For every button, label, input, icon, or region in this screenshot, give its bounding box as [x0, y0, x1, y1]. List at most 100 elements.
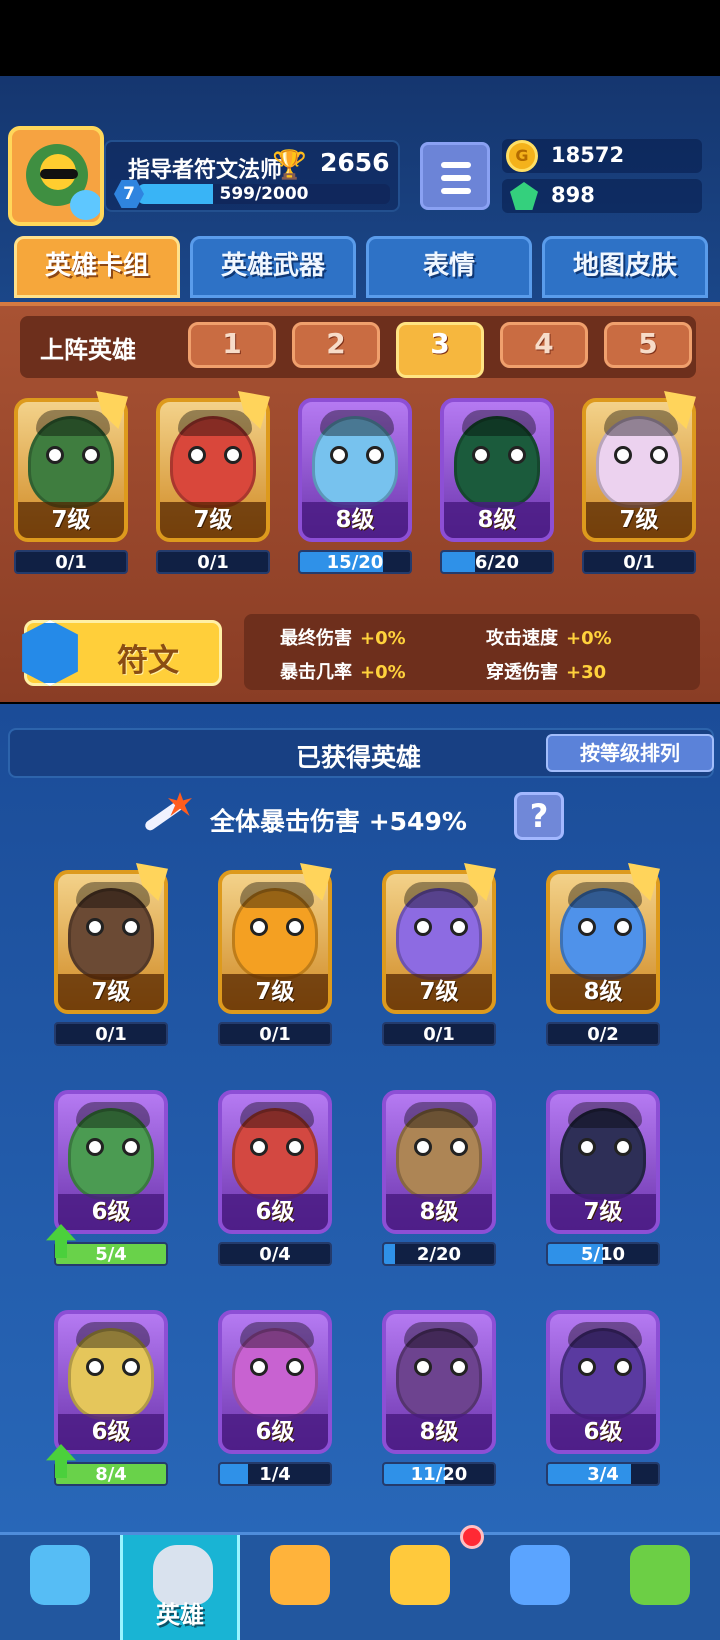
owned-heroes-title: 已获得英雄 — [296, 743, 422, 772]
gold-currency[interactable]: G 18572 — [502, 139, 702, 173]
crown-shield-icon — [390, 1545, 450, 1605]
critical-damage-label: 全体暴击伤害 +549% — [210, 807, 467, 836]
tab-map-skins[interactable]: 地图皮肤 — [542, 236, 708, 298]
gold-coin-icon: G — [506, 140, 538, 172]
nav-knight-helmet[interactable]: 英雄 — [120, 1535, 240, 1640]
tab-emotes[interactable]: 表情 — [366, 236, 532, 298]
rune-button[interactable]: 符文 — [22, 620, 222, 686]
player-info[interactable]: 指导者符文法师 🏆 2656 599/2000 7 — [104, 140, 400, 212]
final-damage-stat: 最终伤害 +0% — [280, 628, 406, 649]
hero-card[interactable]: 6级 0/4 — [218, 1090, 332, 1266]
hero-level-label: 8级 — [302, 502, 408, 538]
nav-crown-shield[interactable] — [360, 1535, 480, 1640]
hero-eye-icon — [450, 1358, 468, 1376]
hero-card[interactable]: 7级 0/1 — [54, 863, 168, 1046]
hero-level-label: 7级 — [222, 974, 328, 1010]
hero-card[interactable]: 8级 0/2 — [546, 863, 660, 1046]
hero-hat-icon — [36, 410, 110, 436]
hero-eye-icon — [46, 446, 64, 464]
hero-card-progress-text: 8/4 — [95, 1464, 127, 1485]
hero-section-tabs: 英雄卡组 英雄武器 表情 地图皮肤 — [14, 236, 720, 300]
critical-sword-icon — [132, 790, 196, 842]
sprout-island-icon — [630, 1545, 690, 1605]
hero-card[interactable]: 8级 11/20 — [382, 1310, 496, 1486]
hero-eye-icon — [450, 1138, 468, 1156]
menu-line-icon — [441, 175, 471, 181]
hero-level-label: 6级 — [58, 1414, 164, 1450]
hero-eye-icon — [122, 1358, 140, 1376]
menu-line-icon — [441, 162, 471, 168]
blue-slime-icon — [70, 190, 100, 220]
hero-eye-icon — [614, 1138, 632, 1156]
hero-hat-icon — [404, 1322, 478, 1348]
hero-card-progress: 3/4 — [546, 1462, 660, 1486]
gem-amount: 898 — [551, 183, 595, 207]
notification-badge — [460, 1525, 484, 1549]
hero-hat-icon — [240, 1102, 314, 1128]
lineup-title: 上阵英雄 — [40, 336, 136, 364]
hero-card-progress: 0/1 — [14, 550, 128, 574]
nav-team-banner[interactable] — [480, 1535, 600, 1640]
hero-card[interactable]: 7级 0/1 — [14, 391, 128, 574]
sort-by-level-button[interactable]: 按等级排列 — [546, 734, 714, 772]
hero-hat-icon — [76, 1102, 150, 1128]
hero-card-progress-text: 0/1 — [259, 1024, 291, 1045]
menu-line-icon — [441, 188, 471, 194]
hero-level-label: 8级 — [386, 1194, 492, 1230]
hero-card[interactable]: 6级 1/4 — [218, 1310, 332, 1486]
lineup-slot-3[interactable]: 3 — [396, 322, 484, 378]
hero-level-label: 6级 — [222, 1194, 328, 1230]
deck-stats: 最终伤害 +0% 攻击速度 +0% 暴击几率 +0% 穿透伤害 +30 — [244, 614, 700, 690]
hero-card-frame: 6级 — [218, 1310, 332, 1454]
hero-card[interactable]: 6级 3/4 — [546, 1310, 660, 1486]
hero-level-label: 8级 — [550, 974, 656, 1010]
hero-hat-icon — [76, 1322, 150, 1348]
tab-hero-deck[interactable]: 英雄卡组 — [14, 236, 180, 298]
help-button[interactable]: ? — [514, 792, 564, 840]
player-avatar[interactable] — [8, 126, 104, 226]
hero-eye-icon — [414, 1358, 432, 1376]
hero-card[interactable]: 7级 0/1 — [582, 391, 696, 574]
hero-card[interactable]: 8级 15/20 — [298, 398, 412, 574]
hero-card-progress: 0/2 — [546, 1022, 660, 1046]
hero-card[interactable]: 7级 0/1 — [218, 863, 332, 1046]
experience-text: 599/2000 — [219, 184, 309, 204]
lineup-slot-1[interactable]: 1 — [188, 322, 276, 368]
lineup-slot-2[interactable]: 2 — [292, 322, 380, 368]
hero-card-frame: 8级 — [382, 1310, 496, 1454]
lineup-slot-5[interactable]: 5 — [604, 322, 692, 368]
hero-eye-icon — [286, 918, 304, 936]
main-menu-button[interactable] — [420, 142, 490, 210]
tab-hero-weapons[interactable]: 英雄武器 — [190, 236, 356, 298]
hero-eye-icon — [650, 446, 668, 464]
hero-card-progress-text: 6/20 — [474, 552, 520, 573]
hero-card[interactable]: 7级 5/10 — [546, 1090, 660, 1266]
hero-card-frame: 7级 — [546, 1090, 660, 1234]
hero-card[interactable]: 7级 0/1 — [382, 863, 496, 1046]
hero-eye-icon — [86, 1358, 104, 1376]
hero-card[interactable]: 8级 2/20 — [382, 1090, 496, 1266]
hero-eye-icon — [508, 446, 526, 464]
hero-hat-icon — [240, 1322, 314, 1348]
hero-eye-icon — [86, 1138, 104, 1156]
hero-eye-icon — [250, 1138, 268, 1156]
nav-treasure-chest[interactable] — [0, 1535, 120, 1640]
hero-card[interactable]: 6级 5/4 — [46, 1090, 168, 1266]
hero-card[interactable]: 8级 6/20 — [440, 398, 554, 574]
lineup-slot-4[interactable]: 4 — [500, 322, 588, 368]
hero-card-frame: 6级 — [546, 1310, 660, 1454]
hero-eye-icon — [614, 446, 632, 464]
hero-eye-icon — [250, 918, 268, 936]
nav-crossed-swords[interactable] — [240, 1535, 360, 1640]
hero-card[interactable]: 7级 0/1 — [156, 391, 270, 574]
gem-currency[interactable]: 898 — [502, 179, 702, 213]
hero-card[interactable]: 6级 8/4 — [46, 1310, 168, 1486]
bottom-navigation: 英雄 — [0, 1532, 720, 1640]
nav-sprout-island[interactable] — [600, 1535, 720, 1640]
hero-eye-icon — [330, 446, 348, 464]
hero-eye-icon — [286, 1358, 304, 1376]
hero-card-frame: 6级 — [218, 1090, 332, 1234]
hero-card-progress: 15/20 — [298, 550, 412, 574]
hero-card-frame: 6级 — [54, 1090, 168, 1234]
hero-eye-icon — [414, 1138, 432, 1156]
